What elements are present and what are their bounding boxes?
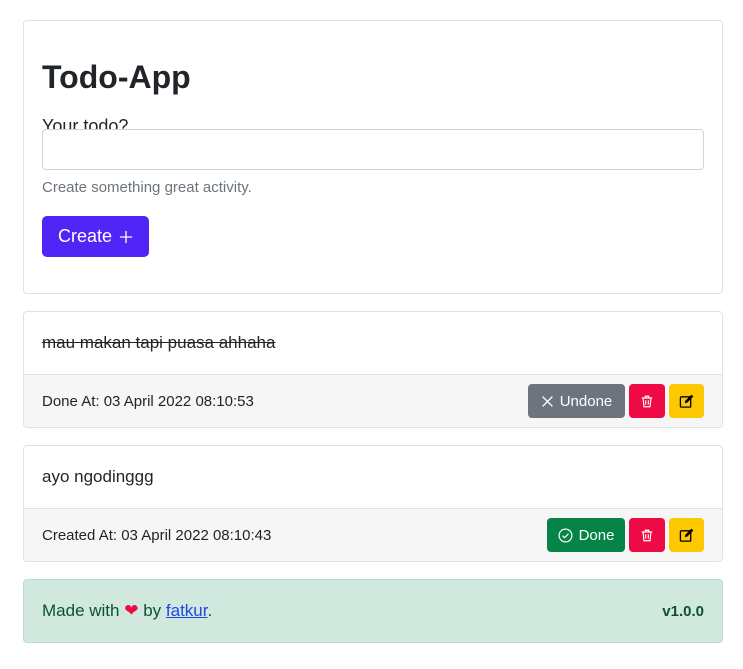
todo-input[interactable] <box>42 129 704 170</box>
todo-text: mau makan tapi puasa ahhaha <box>42 333 276 352</box>
todo-actions: Done <box>547 518 704 552</box>
todo-body: ayo ngodinggg <box>24 446 722 509</box>
todo-card: mau makan tapi puasa ahhaha Done At: 03 … <box>23 311 723 428</box>
trash-icon <box>641 529 653 541</box>
create-button-label: Create <box>57 226 113 246</box>
edit-icon <box>679 394 694 408</box>
create-button[interactable]: Create <box>42 216 149 257</box>
edit-icon <box>679 528 694 542</box>
by-text: by <box>143 601 162 620</box>
create-todo-card: Todo-App Your todo? Create something gre… <box>23 20 723 294</box>
check-circle-icon <box>558 528 573 542</box>
heart-icon: ❤ <box>124 601 139 620</box>
edit-button[interactable] <box>669 518 704 552</box>
trash-icon <box>641 395 653 407</box>
author-link[interactable]: fatkur <box>166 601 208 620</box>
todo-card: ayo ngodinggg Created At: 03 April 2022 … <box>23 445 723 562</box>
done-button-label: Done <box>578 526 615 544</box>
plus-icon <box>119 230 133 243</box>
credit-text: Made with ❤ by fatkur. <box>42 601 212 621</box>
todo-body: mau makan tapi puasa ahhaha <box>24 312 722 375</box>
footer-alert: Made with ❤ by fatkur. v1.0.0 <box>23 579 723 643</box>
done-button[interactable]: Done <box>547 518 625 552</box>
todo-actions: Undone <box>528 384 704 418</box>
delete-button[interactable] <box>629 518 665 552</box>
page-title: Todo-App <box>42 59 191 95</box>
delete-button[interactable] <box>629 384 665 418</box>
undone-button[interactable]: Undone <box>528 384 625 418</box>
todo-footer: Created At: 03 April 2022 08:10:43 Done <box>24 509 722 561</box>
made-with-text: Made with <box>42 601 120 620</box>
version-label: v1.0.0 <box>662 602 704 620</box>
undone-button-label: Undone <box>559 392 613 410</box>
edit-button[interactable] <box>669 384 704 418</box>
todo-help-text: Create something great activity. <box>42 179 252 196</box>
period-text: . <box>207 601 213 620</box>
todo-text: ayo ngodinggg <box>42 467 154 486</box>
todo-timestamp: Done At: 03 April 2022 08:10:53 <box>42 392 254 410</box>
x-icon <box>541 395 553 407</box>
todo-timestamp: Created At: 03 April 2022 08:10:43 <box>42 526 272 544</box>
todo-footer: Done At: 03 April 2022 08:10:53 Undone <box>24 375 722 427</box>
